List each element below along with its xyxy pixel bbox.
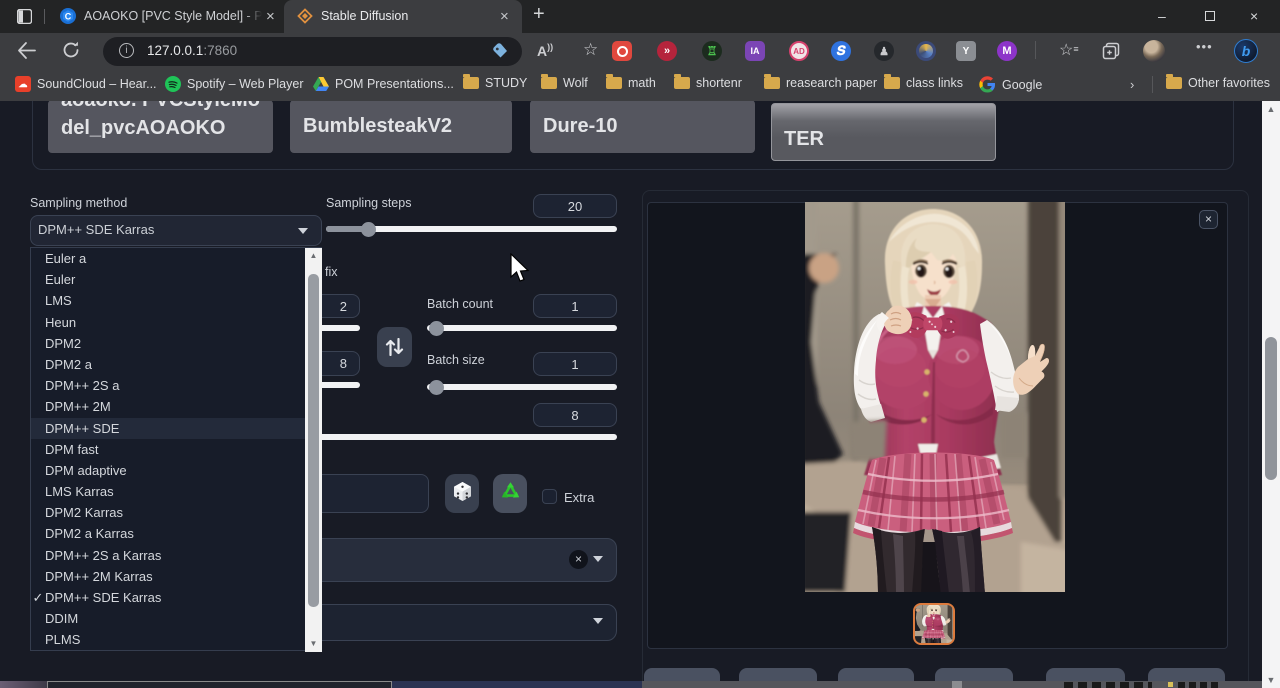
svg-text:C: C — [65, 11, 72, 21]
